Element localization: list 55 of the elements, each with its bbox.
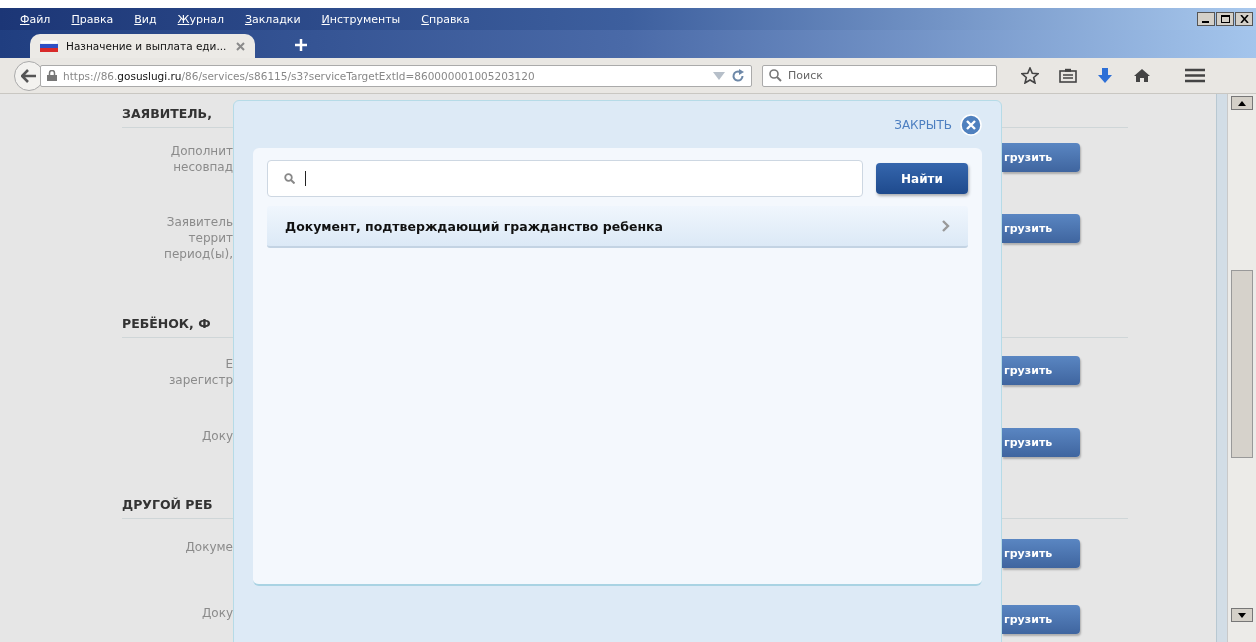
- field-label: Доку: [200, 428, 233, 444]
- upload-button[interactable]: грузить: [1002, 428, 1080, 457]
- scrollbar[interactable]: [1227, 94, 1256, 642]
- field-label: Докуме: [184, 539, 233, 555]
- search-icon: [284, 173, 295, 184]
- address-bar[interactable]: https://86.gosuslugi.ru/86/services/s86115/s3?serviceTargetExtId=860000001005203120: [40, 64, 752, 87]
- tab-title: Назначение и выплата еди...: [66, 40, 227, 52]
- field-label: Е зарегистр: [167, 356, 233, 388]
- search-icon: [769, 69, 782, 82]
- maximize-icon: [1220, 15, 1230, 23]
- field-label: Дополнит несовпад: [169, 143, 233, 175]
- flag-icon: [40, 40, 58, 52]
- star-icon[interactable]: [1021, 67, 1039, 84]
- chevron-right-icon: [942, 220, 950, 232]
- browser-tab[interactable]: Назначение и выплата еди...: [30, 34, 255, 58]
- text-cursor: [305, 171, 306, 186]
- upload-button[interactable]: грузить: [1002, 143, 1080, 172]
- up-arrow-icon[interactable]: [1238, 100, 1246, 106]
- plus-icon[interactable]: [295, 39, 307, 51]
- menu-icon[interactable]: [1185, 68, 1205, 83]
- clipboard-icon[interactable]: [1059, 68, 1077, 83]
- menu-item[interactable]: Инструменты: [321, 12, 401, 26]
- menu-item[interactable]: Справка: [421, 12, 470, 26]
- menu-item[interactable]: Правка: [71, 12, 114, 26]
- home-icon[interactable]: [1133, 68, 1151, 83]
- upload-button[interactable]: грузить: [1002, 356, 1080, 385]
- section-heading: РЕБЁНОК, Ф: [122, 316, 211, 331]
- maximize-button[interactable]: [1216, 12, 1234, 26]
- lock-icon: [47, 70, 57, 81]
- menu-item[interactable]: Журнал: [177, 12, 224, 26]
- section-heading: ЗАЯВИТЕЛЬ,: [122, 106, 212, 121]
- upload-button[interactable]: грузить: [1002, 539, 1080, 568]
- field-label: Заявитель террит период(ы),: [163, 214, 233, 262]
- menu-item[interactable]: Вид: [134, 12, 157, 26]
- find-button[interactable]: Найти: [876, 163, 968, 194]
- menu-item[interactable]: Закладки: [244, 12, 301, 26]
- field-label: Доку: [200, 605, 233, 621]
- upload-button[interactable]: грузить: [1002, 605, 1080, 634]
- section-heading: ДРУГОЙ РЕБ: [122, 497, 213, 512]
- back-arrow-icon: [21, 68, 37, 83]
- url-text: https://86.gosuslugi.ru/86/services/s86115/s3?serviceTargetExtId=860000001005203120: [63, 69, 535, 82]
- scrollbar-thumb[interactable]: [1231, 270, 1253, 458]
- reload-icon[interactable]: [731, 68, 745, 83]
- minimize-button[interactable]: [1197, 12, 1215, 26]
- search-field[interactable]: Поиск: [762, 64, 997, 87]
- down-arrow-icon[interactable]: [1238, 612, 1246, 618]
- close-button[interactable]: [1235, 12, 1253, 26]
- menu-item[interactable]: Файл: [20, 12, 51, 26]
- upload-button[interactable]: грузить: [1002, 214, 1080, 243]
- download-icon[interactable]: [1097, 67, 1113, 84]
- close-icon: [1239, 15, 1249, 23]
- search-placeholder: Поиск: [788, 69, 823, 82]
- close-icon[interactable]: [236, 41, 245, 51]
- result-item[interactable]: Документ, подтверждающий гражданство ребенка: [267, 206, 968, 248]
- search-field[interactable]: [267, 160, 863, 197]
